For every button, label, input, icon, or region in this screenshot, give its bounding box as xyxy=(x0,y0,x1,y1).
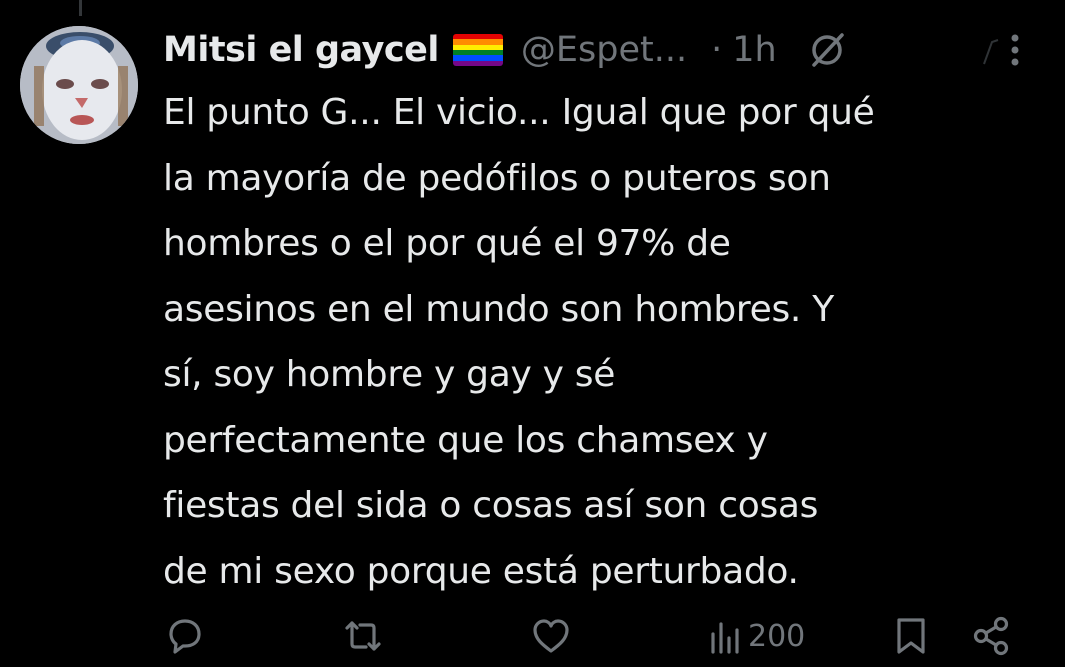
more-options-icon[interactable] xyxy=(980,30,1040,70)
bookmark-button[interactable] xyxy=(891,612,931,660)
tweet-text-line: perfectamente que los chamsex y xyxy=(163,419,768,461)
retweet-icon xyxy=(345,621,381,651)
bookmark-icon xyxy=(897,618,925,654)
rainbow-flag-icon xyxy=(452,34,503,66)
tweet-text-line: fiestas del sida o cosas así son cosas xyxy=(163,485,819,526)
display-name[interactable]: Mitsi el gaycel xyxy=(163,30,439,70)
tweet-header: Mitsi el gaycel @Espet... · 1h xyxy=(163,24,1053,76)
tweet-text-line: de mi sexo porque está perturbado. xyxy=(163,550,799,592)
share-icon xyxy=(973,616,1009,656)
tweet-action-bar: 200 xyxy=(163,612,1043,660)
tweet-text-line: la mayoría de pedófilos o puteros son xyxy=(163,157,831,199)
views-count: 200 xyxy=(748,618,806,654)
reply-icon xyxy=(169,619,201,654)
tweet-text-line: hombres o el por qué el 97% de xyxy=(163,223,731,264)
like-button[interactable] xyxy=(529,612,573,660)
header-separator: · xyxy=(711,30,723,70)
thread-connector-line xyxy=(79,0,82,16)
grok-icon[interactable] xyxy=(807,30,847,70)
reply-button[interactable] xyxy=(163,612,207,660)
user-handle[interactable]: @Espet... xyxy=(521,30,687,70)
tweet-text: El punto G... El vicio... Igual que por … xyxy=(163,80,1043,604)
tweet-text-line: El punto G... El vicio... Igual que por … xyxy=(163,92,875,133)
timestamp[interactable]: 1h xyxy=(732,30,776,70)
views-icon xyxy=(711,622,739,654)
share-button[interactable] xyxy=(969,612,1013,660)
views-button[interactable]: 200 xyxy=(708,612,805,660)
retweet-button[interactable] xyxy=(341,612,385,660)
heart-icon xyxy=(533,619,569,653)
tweet-text-line: sí, soy hombre y gay y sé xyxy=(163,354,616,395)
tweet-text-line: asesinos en el mundo son hombres. Y xyxy=(163,288,834,330)
avatar[interactable] xyxy=(20,26,138,144)
